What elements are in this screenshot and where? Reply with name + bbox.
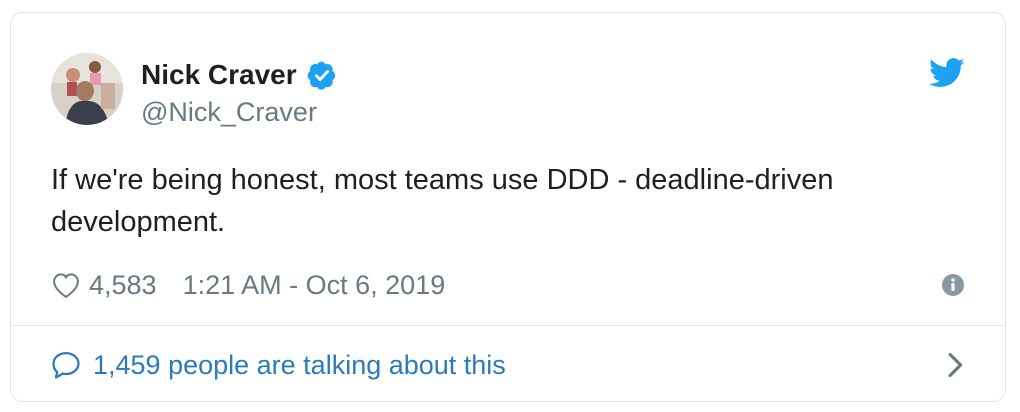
tweet-timestamp[interactable]: 1:21 AM - Oct 6, 2019 — [183, 270, 446, 301]
heart-icon — [53, 273, 79, 299]
avatar[interactable] — [51, 53, 123, 125]
like-button[interactable]: 4,583 — [51, 270, 157, 301]
verified-badge-icon — [307, 61, 335, 90]
tweet-header: Nick Craver @Nick_Craver — [51, 53, 965, 129]
avatar-image — [51, 53, 123, 125]
like-count: 4,583 — [89, 269, 157, 300]
conversation-label: 1,459 people are talking about this — [93, 349, 506, 380]
tweet-card: Nick Craver @Nick_Craver If we're being … — [10, 12, 1006, 402]
author-info: Nick Craver @Nick_Craver — [141, 56, 337, 129]
display-name[interactable]: Nick Craver — [141, 56, 297, 94]
divider — [11, 325, 1005, 326]
name-row: Nick Craver — [141, 56, 337, 94]
info-icon[interactable] — [941, 273, 965, 297]
twitter-bird-icon[interactable] — [929, 58, 965, 88]
tweet-text: If we're being honest, most teams use DD… — [51, 164, 834, 238]
speech-bubble-icon — [52, 352, 80, 379]
chevron-right-icon[interactable] — [945, 351, 965, 379]
tweet-meta: 4,583 1:21 AM - Oct 6, 2019 — [51, 265, 965, 305]
conversation-link[interactable]: 1,459 people are talking about this — [51, 345, 965, 385]
user-handle[interactable]: @Nick_Craver — [141, 95, 337, 129]
